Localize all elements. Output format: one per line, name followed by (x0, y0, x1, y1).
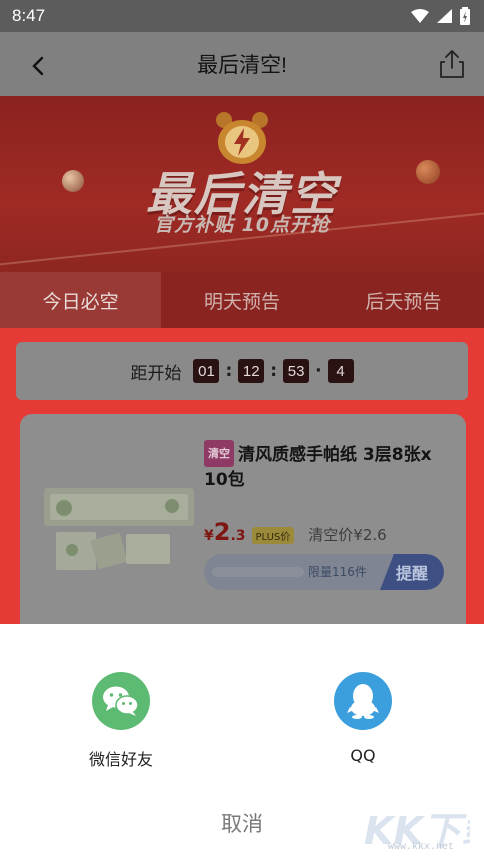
share-qq-option[interactable]: QQ (293, 672, 433, 765)
tab-tomorrow[interactable]: 明天预告 (161, 272, 322, 328)
countdown-minutes: 12 (238, 359, 265, 383)
signal-icon (437, 9, 452, 23)
nav-bar: 最后清空! (0, 32, 484, 96)
countdown-tenths: 4 (327, 359, 354, 383)
banner-subtitle: 官方补贴 10点开抢 (153, 214, 331, 236)
tissue-product-image (44, 488, 194, 570)
countdown-seconds: 53 (283, 359, 310, 383)
wechat-icon (92, 672, 150, 730)
remind-button[interactable]: 提醒 (380, 554, 444, 590)
clearance-price: 清空价¥2.6 (308, 526, 387, 544)
remind-bar: 限量116件 提醒 (204, 554, 444, 590)
tab-today[interactable]: 今日必空 (0, 272, 162, 328)
watermark-url: www.kkx.net (387, 842, 454, 853)
status-time: 8:47 (12, 6, 46, 25)
share-sheet: 微信好友 QQ 取消 KK下载 www.kkx.net (0, 624, 484, 860)
share-icon (440, 50, 464, 78)
price-decimal: .3 (230, 528, 246, 544)
plus-price-badge: PLUS价 (251, 527, 295, 544)
share-wechat-option[interactable]: 微信好友 (51, 672, 191, 770)
price-integer: 2 (213, 518, 231, 546)
share-qq-label: QQ (350, 746, 376, 765)
countdown-bar: 距开始 01 : 12 : 53 · 4 (16, 342, 468, 400)
limit-text: 限量116件 (308, 565, 367, 579)
countdown-separator: · (315, 361, 322, 381)
product-card[interactable]: 清空 清风质感手帕纸 3层8张x 10包 ¥2.3 PLUS价 清空价¥2.6 限… (20, 414, 466, 644)
product-title: 清空 清风质感手帕纸 3层8张x 10包 (204, 440, 454, 493)
promo-banner: 最后清空 官方补贴 10点开抢 (0, 96, 484, 272)
clearance-tag: 清空 (204, 440, 234, 467)
stock-progress-track (212, 567, 304, 577)
product-name: 清风质感手帕纸 3层8张x 10包 (204, 445, 432, 490)
countdown-separator: : (225, 361, 233, 381)
price-row: ¥2.3 PLUS价 清空价¥2.6 (204, 518, 387, 546)
countdown-hours: 01 (193, 359, 220, 383)
status-icons (411, 7, 470, 25)
battery-icon (460, 7, 470, 25)
wifi-icon (411, 9, 429, 23)
tab-day-after[interactable]: 后天预告 (323, 272, 484, 328)
qq-icon (334, 672, 392, 730)
countdown-label: 距开始 (130, 363, 182, 384)
price-symbol: ¥ (204, 528, 214, 544)
countdown-separator: : (270, 361, 278, 381)
page-title: 最后清空! (197, 54, 287, 77)
current-price: ¥2.3 (204, 518, 246, 546)
chevron-left-icon (32, 56, 44, 76)
share-button[interactable] (436, 48, 468, 80)
day-tabs: 今日必空 明天预告 后天预告 (0, 272, 484, 328)
status-bar: 8:47 (0, 0, 484, 32)
share-wechat-label: 微信好友 (88, 750, 153, 769)
back-button[interactable] (24, 52, 52, 80)
